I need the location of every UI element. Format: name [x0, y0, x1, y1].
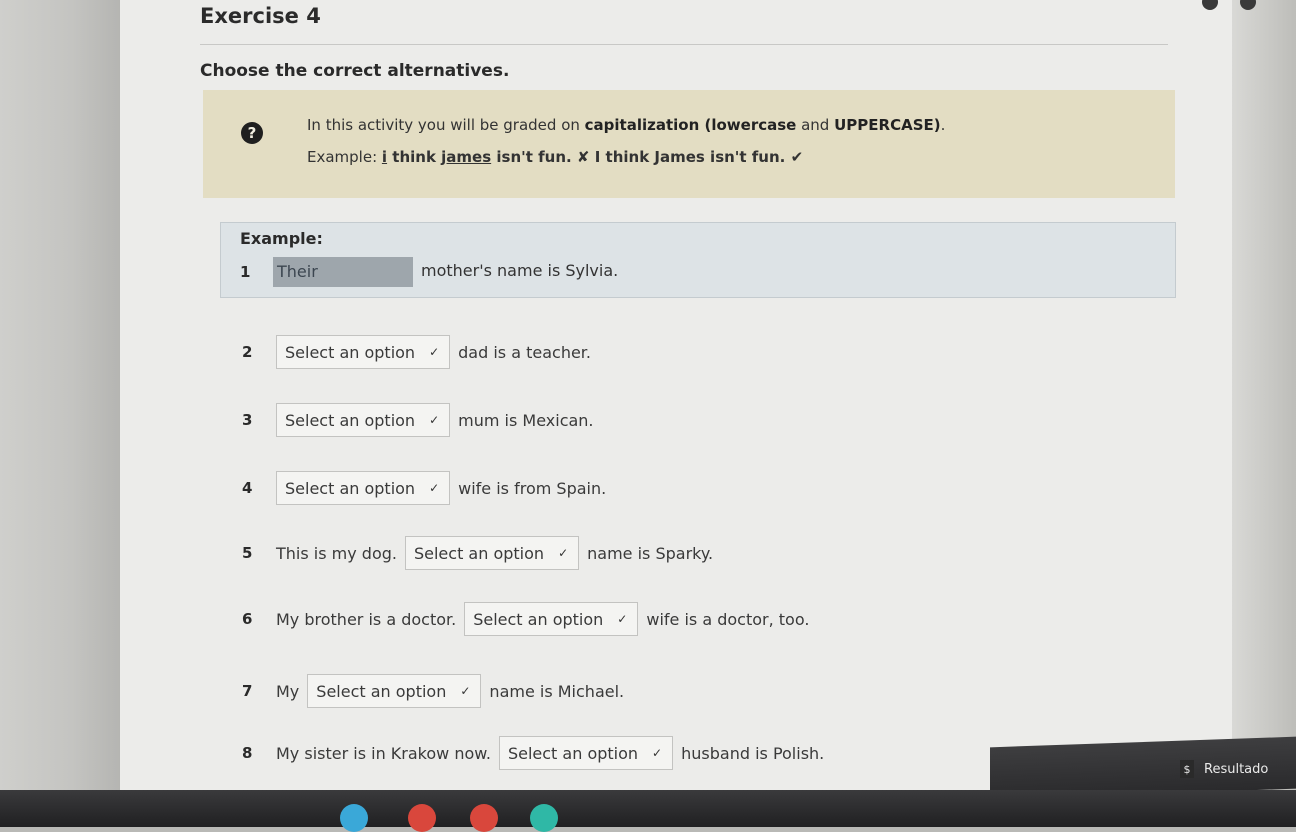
select-placeholder: Select an option	[285, 478, 416, 498]
chevron-down-icon: ✓	[429, 413, 440, 427]
note-text: In this activity you will be graded on	[307, 116, 585, 134]
select-placeholder: Select an option	[285, 342, 416, 362]
check-icon: ✔	[785, 148, 804, 166]
wrong-example-word: james	[441, 148, 492, 166]
example-heading: Example:	[240, 229, 323, 248]
chevron-down-icon: ✓	[652, 746, 663, 760]
question-prefix: My	[276, 681, 300, 701]
note-example-label: Example:	[307, 148, 382, 166]
question-row-4: 4 Select an option ✓ wife is from Spain.	[242, 469, 606, 507]
example-answer: Their	[273, 257, 413, 287]
note-line-1: In this activity you will be graded on c…	[307, 116, 945, 134]
chevron-down-icon: ✓	[558, 546, 569, 560]
instruction-text: Choose the correct alternatives.	[200, 61, 510, 81]
results-label: Resultado	[1204, 761, 1269, 777]
question-row-7: 7 My Select an option ✓ name is Michael.	[242, 672, 624, 710]
window-control-dot[interactable]	[1240, 0, 1256, 10]
question-number: 3	[242, 411, 253, 429]
question-number: 8	[242, 744, 253, 762]
taskbar-app-icon[interactable]	[530, 804, 558, 832]
help-icon: ?	[241, 122, 263, 144]
note-text: .	[940, 116, 946, 134]
question-row-6: 6 My brother is a doctor. Select an opti…	[242, 600, 809, 638]
question-text: name is Sparky.	[587, 543, 714, 563]
note-text: and	[796, 116, 835, 134]
note-bold: capitalization (lowercase	[584, 116, 797, 134]
question-text: wife is a doctor, too.	[646, 609, 810, 629]
wrong-example-text: isn't fun.	[491, 148, 572, 166]
exercise-title: Exercise 4	[200, 4, 321, 28]
question-text: dad is a teacher.	[458, 342, 591, 362]
select-placeholder: Select an option	[316, 681, 447, 701]
question-row-3: 3 Select an option ✓ mum is Mexican.	[242, 401, 594, 439]
select-placeholder: Select an option	[285, 410, 416, 430]
select-placeholder: Select an option	[507, 743, 639, 763]
answer-select-5[interactable]: Select an option ✓	[404, 536, 580, 570]
screen-edge	[1232, 0, 1296, 827]
results-button[interactable]: $ Resultado	[1180, 760, 1268, 778]
correct-example-text: I think James isn't fun.	[594, 148, 786, 166]
question-number: 6	[242, 610, 253, 628]
question-text: name is Michael.	[489, 681, 625, 701]
taskbar-app-icon[interactable]	[470, 804, 498, 832]
select-placeholder: Select an option	[413, 543, 545, 563]
answer-select-3[interactable]: Select an option ✓	[276, 403, 451, 437]
question-number: 7	[242, 682, 253, 700]
chevron-down-icon: ✓	[429, 345, 440, 359]
question-text: mum is Mexican.	[458, 410, 594, 430]
question-number: 4	[242, 479, 253, 497]
taskbar-app-icon[interactable]	[408, 804, 436, 832]
note-bold: UPPERCASE)	[834, 116, 941, 134]
grading-note: ? In this activity you will be graded on…	[203, 90, 1175, 198]
answer-select-4[interactable]: Select an option ✓	[276, 471, 451, 505]
wrong-example-text: think	[387, 148, 442, 166]
window-control-dot[interactable]	[1202, 0, 1218, 10]
chevron-down-icon: ✓	[617, 612, 628, 626]
example-box: Example: 1 Their mother's name is Sylvia…	[220, 222, 1176, 298]
chevron-down-icon: ✓	[460, 684, 471, 698]
chevron-down-icon: ✓	[429, 481, 440, 495]
example-sentence: mother's name is Sylvia.	[421, 261, 619, 280]
question-row-5: 5 This is my dog. Select an option ✓ name…	[242, 534, 713, 572]
question-row-2: 2 Select an option ✓ dad is a teacher.	[242, 333, 591, 371]
cross-icon: ✘	[571, 148, 595, 166]
question-prefix: This is my dog.	[276, 543, 397, 563]
question-number: 5	[242, 544, 253, 562]
question-number: 2	[242, 343, 253, 361]
results-icon: $	[1180, 760, 1194, 778]
answer-select-2[interactable]: Select an option ✓	[276, 335, 451, 369]
answer-select-7[interactable]: Select an option ✓	[307, 674, 482, 708]
window-controls	[1202, 0, 1256, 10]
question-prefix: My brother is a doctor.	[276, 609, 457, 629]
taskbar	[0, 790, 1296, 827]
taskbar-app-icon[interactable]	[340, 804, 368, 832]
select-placeholder: Select an option	[473, 609, 604, 629]
answer-select-6[interactable]: Select an option ✓	[464, 602, 639, 636]
title-divider	[200, 44, 1168, 45]
question-prefix: My sister is in Krakow now.	[276, 743, 491, 763]
question-text: wife is from Spain.	[458, 478, 607, 498]
screen-bezel	[0, 0, 120, 827]
note-line-2: Example: i think james isn't fun. ✘ I th…	[307, 148, 803, 166]
question-number: 1	[240, 263, 251, 281]
answer-select-8[interactable]: Select an option ✓	[498, 736, 674, 770]
question-row-8: 8 My sister is in Krakow now. Select an …	[242, 734, 824, 772]
question-text: husband is Polish.	[681, 743, 825, 763]
